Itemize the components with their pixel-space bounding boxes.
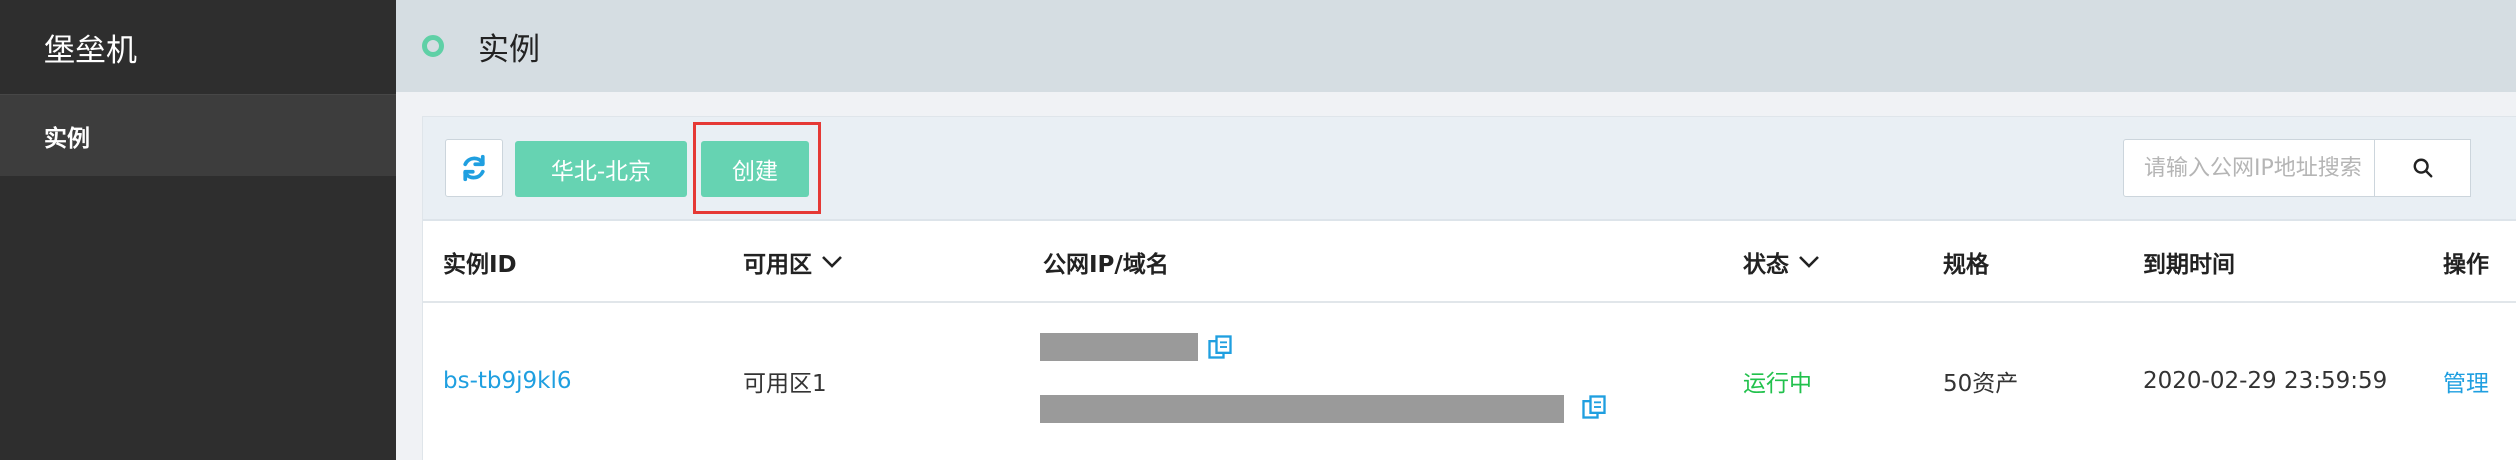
page-title: 实例	[478, 31, 540, 68]
refresh-icon	[463, 154, 485, 182]
column-header-zone[interactable]: 可用区	[743, 221, 844, 303]
page-header: 实例	[396, 0, 2516, 92]
instance-id-link[interactable]: bs-tb9j9kl6	[443, 303, 572, 458]
refresh-button[interactable]	[445, 139, 503, 197]
toolbar: 华北-北京 创建	[423, 117, 2516, 221]
sidebar-title: 堡垒机	[44, 32, 137, 69]
column-header-public-ip: 公网IP/域名	[1043, 221, 1169, 303]
table-header: 实例ID 可用区 公网IP/域名 状态 规格 到期时间 操作	[423, 221, 2516, 303]
column-label: 实例ID	[443, 252, 517, 278]
status-badge: 运行中	[1743, 370, 1812, 397]
spec-cell: 50资产	[1943, 370, 2019, 397]
region-selector-button[interactable]: 华北-北京	[515, 141, 687, 197]
search-icon	[2413, 158, 2432, 178]
chevron-down-icon	[820, 254, 844, 270]
column-label: 状态	[1743, 252, 1789, 278]
search-input[interactable]	[2123, 139, 2375, 197]
chevron-down-icon	[1797, 254, 1821, 270]
column-header-spec: 规格	[1943, 221, 1989, 303]
column-header-actions: 操作	[2443, 221, 2489, 303]
sidebar-item-label: 实例	[44, 125, 90, 152]
column-label: 公网IP/域名	[1043, 252, 1169, 278]
sidebar-item-instances[interactable]: 实例	[0, 94, 396, 176]
circle-icon	[422, 35, 444, 57]
column-label: 操作	[2443, 252, 2489, 278]
column-header-instance-id: 实例ID	[443, 221, 517, 303]
column-label: 规格	[1943, 252, 1989, 278]
redacted-ip	[1040, 333, 1198, 361]
table-row: bs-tb9j9kl6 可用区1 运行中 50资产 2020-02-29 23:…	[423, 303, 2516, 458]
create-button[interactable]: 创建	[701, 141, 809, 197]
copy-icon[interactable]	[1206, 333, 1234, 367]
expire-cell: 2020-02-29 23:59:59	[2143, 367, 2388, 394]
zone-cell: 可用区1	[743, 370, 827, 397]
column-label: 到期时间	[2143, 252, 2235, 278]
column-header-expire: 到期时间	[2143, 221, 2235, 303]
redacted-domain	[1040, 395, 1564, 423]
sidebar: 堡垒机 实例	[0, 0, 396, 460]
search-button[interactable]	[2375, 139, 2471, 197]
instance-panel: 华北-北京 创建 实例ID 可用区 公网IP/域名 状态	[422, 116, 2516, 460]
column-label: 可用区	[743, 252, 812, 278]
column-header-status[interactable]: 状态	[1743, 221, 1821, 303]
copy-icon[interactable]	[1580, 393, 1608, 427]
manage-link[interactable]: 管理	[2443, 303, 2489, 458]
